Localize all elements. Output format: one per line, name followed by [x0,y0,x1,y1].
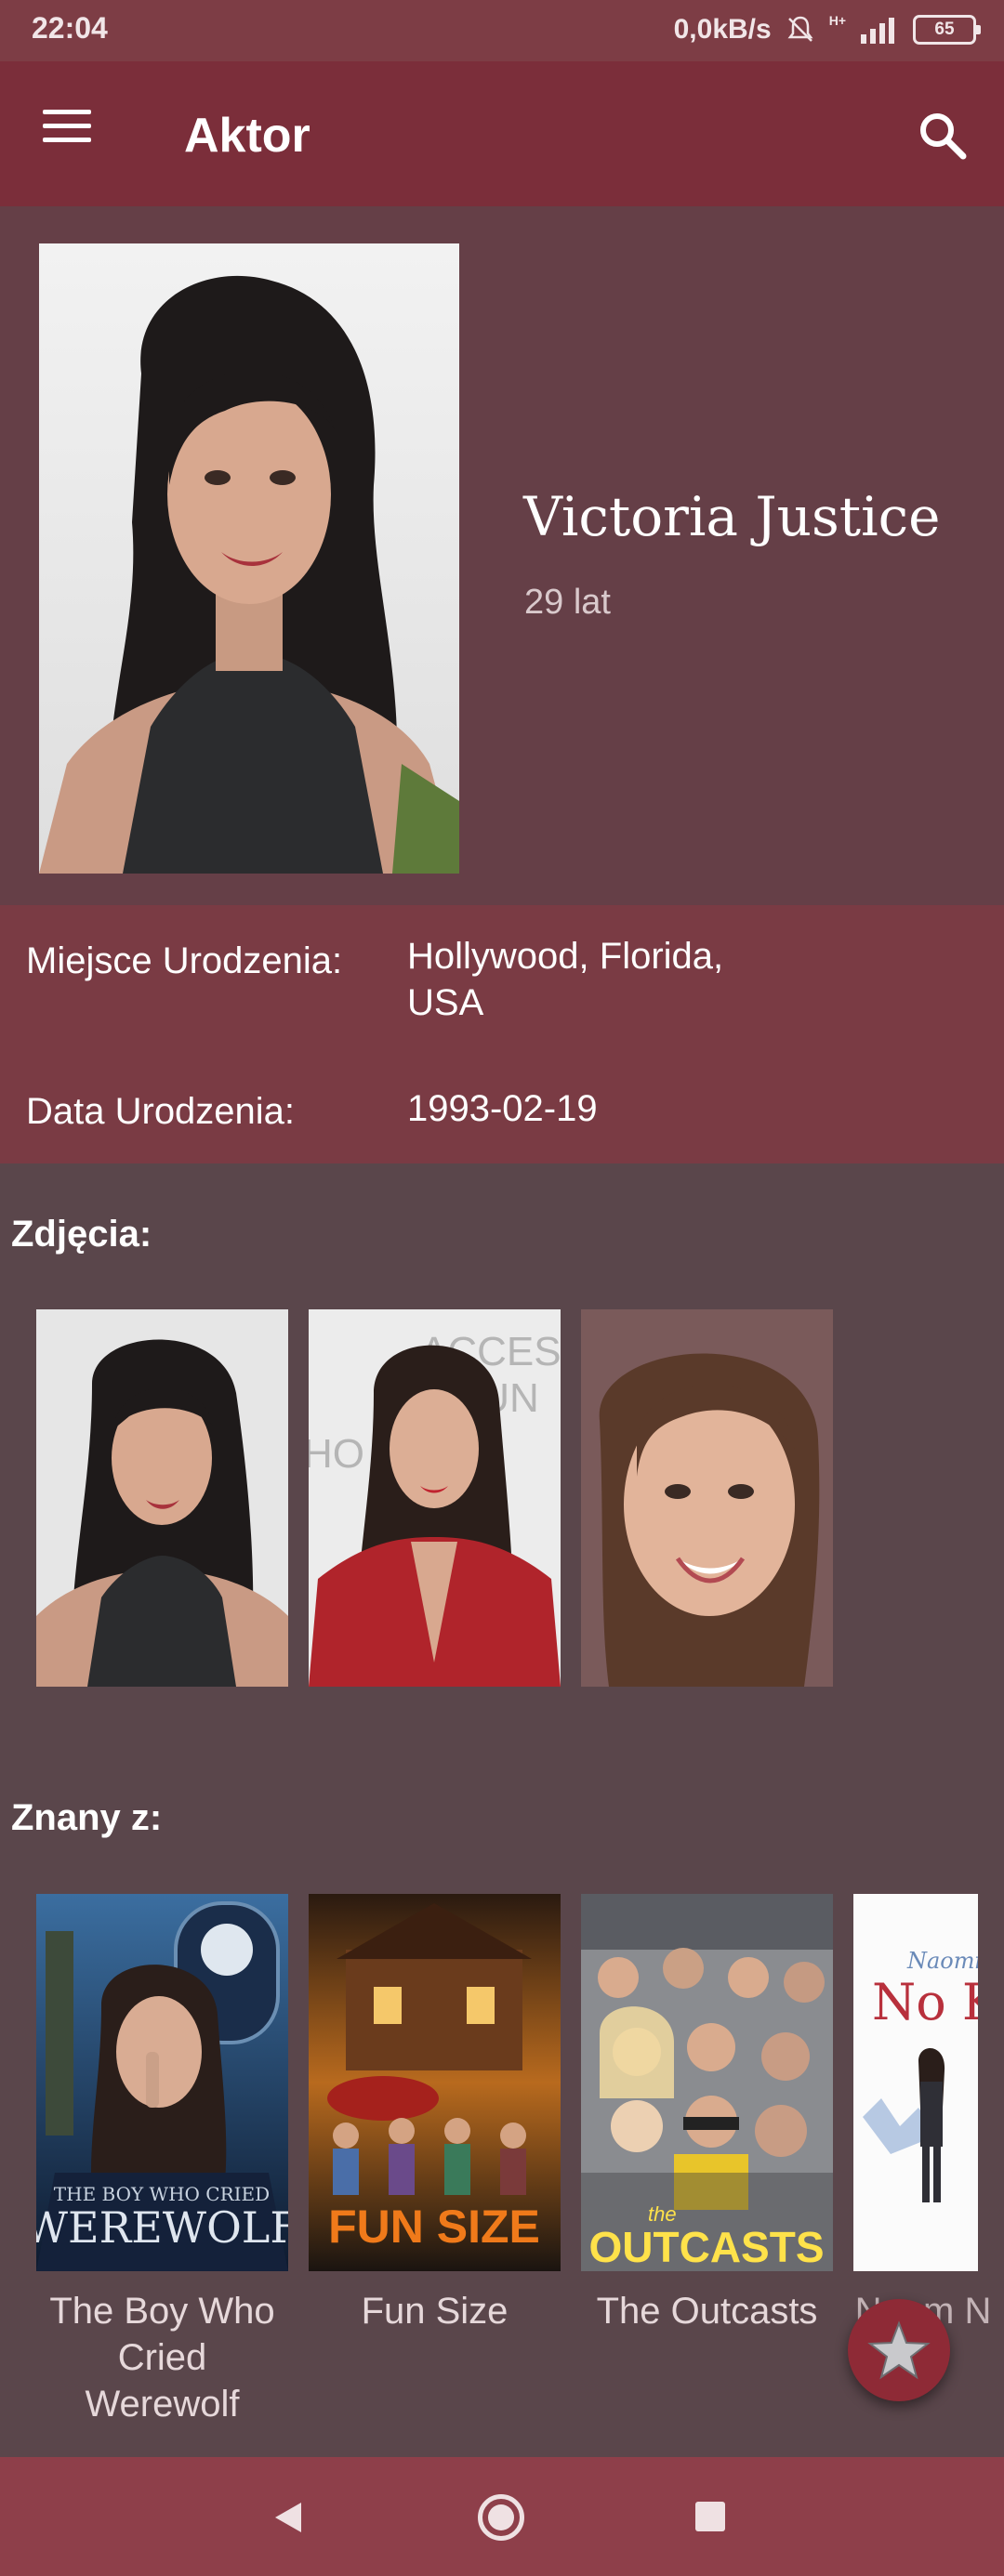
birthplace-value: Hollywood, Florida, USA [407,936,724,1023]
status-bar: 22:04 0,0kB/s H+ 65 [0,0,1004,61]
network-speed: 0,0kB/s [673,14,772,45]
actor-name: Victoria Justice [523,485,941,548]
movie-title: The Boy Who Cried Werewolf [49,2291,275,2425]
app-toolbar: Aktor [0,61,1004,206]
poster-title-small: Naomi [906,1948,978,1974]
known-for-section-title: Znany z: [11,1797,163,1838]
poster-title: FUN SIZE [328,2201,540,2253]
movie-poster[interactable]: THE BOY WHO CRIED WEREWOLF [36,1894,288,2271]
actor-age: 29 lat [524,583,611,622]
actor-profile-photo[interactable] [39,243,459,874]
recents-icon[interactable] [695,2502,725,2531]
photo-thumbnail[interactable]: ACCESSO OUN HO [309,1309,561,1687]
status-time: 22:04 [32,11,108,45]
photos-section-title: Zdjęcia: [11,1214,152,1255]
back-icon[interactable] [270,2499,307,2536]
hamburger-menu-icon[interactable] [43,110,95,158]
system-nav-bar [0,2457,1004,2576]
battery-icon: 65 [913,15,981,45]
birthdate-value: 1993-02-19 [407,1088,598,1129]
mute-bell-icon [787,16,813,42]
movie-title: Fun Size [361,2291,509,2332]
network-type: H+ [828,13,846,28]
favorite-fab[interactable] [848,2299,950,2401]
birthdate-label: Data Urodzenia: [26,1091,296,1132]
star-icon [867,2320,931,2380]
movie-poster[interactable]: FUN SIZE [309,1894,561,2271]
photo-thumbnail[interactable] [36,1309,288,1687]
actor-header: Victoria Justice 29 lat [0,206,1004,905]
poster-title-large: OUTCASTS [589,2223,825,2271]
movie-title: The Outcasts [596,2291,818,2332]
movie-poster[interactable]: the OUTCASTS [581,1894,833,2271]
status-icons: 0,0kB/s H+ 65 [673,11,981,48]
photo-thumbnail[interactable] [581,1309,833,1687]
home-icon[interactable] [478,2494,524,2541]
poster-title-large: WEREWOLF [36,2202,288,2253]
actor-info: Miejsce Urodzenia: Hollywood, Florida, U… [0,905,1004,1163]
poster-title-large: No Ki [872,1973,978,2031]
movie-poster[interactable]: Naomi No Ki [853,1894,978,2271]
svg-text:HO: HO [309,1431,364,1477]
page-title: Aktor [184,109,310,163]
birthplace-label: Miejsce Urodzenia: [26,940,343,981]
signal-icon [861,18,894,44]
search-icon[interactable] [915,108,971,164]
